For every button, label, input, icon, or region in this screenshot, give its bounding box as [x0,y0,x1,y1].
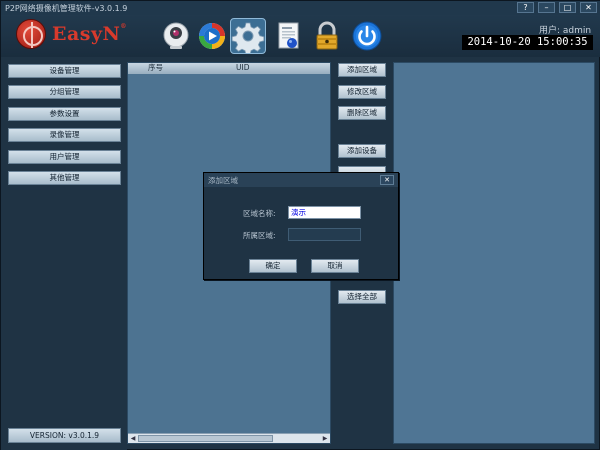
easyn-logo: EasyN® [16,19,126,49]
dialog-title: 添加区域 [208,176,238,185]
window-titlebar: P2P网络摄像机管理软件-v3.0.1.9 ? – □ ✕ [1,1,600,15]
camera-icon[interactable] [158,18,194,54]
scrollbar-thumb[interactable] [138,435,273,442]
close-window-button[interactable]: ✕ [580,2,597,13]
cancel-button[interactable]: 取消 [311,259,359,273]
sidebar-item-group-management[interactable]: 分组管理 [8,85,121,99]
logo-globe-icon [16,19,46,49]
add-area-button[interactable]: 添加区域 [338,63,386,77]
sidebar-item-parameter-settings[interactable]: 参数设置 [8,107,121,121]
area-name-input[interactable] [288,206,361,219]
list-header: 序号 UID [128,63,330,74]
horizontal-scrollbar[interactable]: ◀ ▶ [128,433,330,443]
column-header-seq[interactable]: 序号 [148,63,163,73]
parent-area-label: 所属区域: [243,231,276,240]
detail-panel[interactable] [393,62,595,444]
help-button[interactable]: ? [517,2,534,13]
column-header-uid[interactable]: UID [236,63,249,73]
logo-registered-mark: ® [120,23,127,30]
sidebar-item-device-management[interactable]: 设备管理 [8,64,121,78]
settings-icon[interactable] [230,18,266,55]
datetime-display: 2014-10-20 15:00:35 [462,35,593,50]
power-icon[interactable] [349,18,385,54]
select-all-button[interactable]: 选择全部 [338,290,386,304]
version-label: VERSION: v3.0.1.9 [8,428,121,443]
app-window: P2P网络摄像机管理软件-v3.0.1.9 ? – □ ✕ EasyN® 用户:… [0,0,600,450]
delete-area-button[interactable]: 删除区域 [338,106,386,120]
scroll-left-icon[interactable]: ◀ [129,435,137,442]
sidebar-item-user-management[interactable]: 用户管理 [8,150,121,164]
scroll-right-icon[interactable]: ▶ [321,435,329,442]
minimize-button[interactable]: – [538,2,555,13]
edit-area-button[interactable]: 修改区域 [338,85,386,99]
header-bar: EasyN® 用户: admin 2014-10-20 15:00:35 [1,15,600,57]
lock-icon[interactable] [309,18,345,54]
dialog-body: 区域名称: 所属区域: 确定 取消 [204,187,398,279]
sidebar-item-other-management[interactable]: 其他管理 [8,171,121,185]
logo-text: EasyN [52,23,121,45]
play-icon[interactable] [194,18,230,54]
dialog-close-icon[interactable]: ✕ [380,175,394,185]
area-name-label: 区域名称: [243,209,276,218]
add-device-button[interactable]: 添加设备 [338,144,386,158]
sidebar: 设备管理 分组管理 参数设置 录像管理 用户管理 其他管理 VERSION: v… [1,57,127,450]
window-title: P2P网络摄像机管理软件-v3.0.1.9 [5,4,128,13]
parent-area-field[interactable] [288,228,361,241]
dialog-titlebar[interactable]: 添加区域 ✕ [204,173,398,187]
maximize-button[interactable]: □ [559,2,576,13]
sidebar-item-recording-management[interactable]: 录像管理 [8,128,121,142]
document-icon[interactable] [271,18,307,54]
add-area-dialog: 添加区域 ✕ 区域名称: 所属区域: 确定 取消 [203,172,399,280]
ok-button[interactable]: 确定 [249,259,297,273]
